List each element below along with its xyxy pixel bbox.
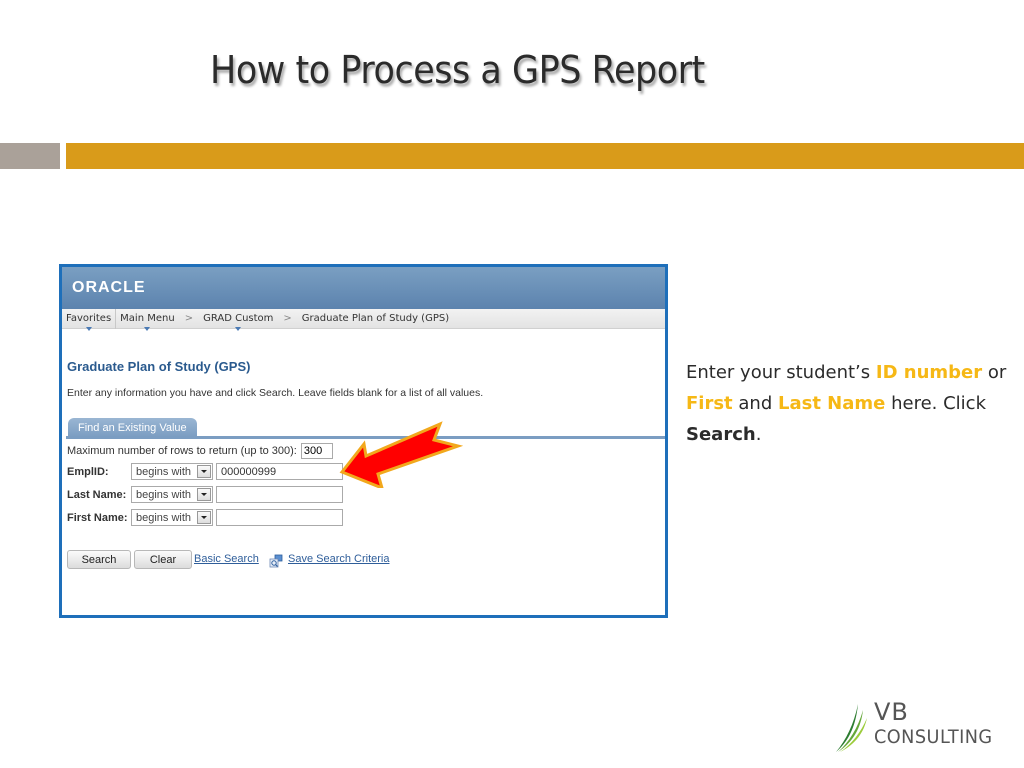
max-rows-row: Maximum number of rows to return (up to … [67,443,333,459]
last-name-label: Last Name: [67,488,127,501]
emplid-input[interactable] [216,463,343,480]
logo-consulting-text: CONSULTING [874,726,993,748]
emplid-operator-select[interactable]: begins with [131,463,213,480]
red-arrow-icon [339,421,463,488]
caret-down-icon [85,326,92,331]
callout-id-number: ID number [875,362,983,383]
max-rows-input[interactable] [300,443,333,459]
slide-title: How to Process a GPS Report [210,48,705,92]
nav-grad-custom[interactable]: GRAD Custom [199,309,277,331]
nav-main-menu[interactable]: Main Menu [116,309,179,331]
callout-text-4: here. Click [885,393,986,414]
nav-gps-label: Graduate Plan of Study (GPS) [301,313,450,324]
callout-last-name: Last Name [777,393,886,414]
emplid-label: EmplID: [67,465,109,478]
page-instructions: Enter any information you have and click… [67,387,484,399]
first-name-row: First Name: begins with [67,509,343,526]
logo-vb-text: VB [874,698,909,726]
breadcrumb-separator: > [283,313,292,324]
callout-text: Enter your student’s ID number or First … [686,357,1016,450]
emplid-operator-value: begins with [136,465,192,478]
nav-main-menu-label: Main Menu [120,313,175,324]
nav-favorites-label: Favorites [66,313,112,324]
save-search-criteria-link[interactable]: Save Search Criteria [288,553,390,565]
nav-bar: Favorites Main Menu > GRAD Custom > Grad… [62,308,665,331]
max-rows-label: Maximum number of rows to return (up to … [67,445,297,457]
leaf-swoosh-icon [836,704,867,752]
callout-text-5: . [755,424,762,445]
first-name-input[interactable] [216,509,343,526]
vb-consulting-logo: VB CONSULTING [834,698,1014,755]
basic-search-link[interactable]: Basic Search [194,553,259,565]
oracle-header: ORACLE [62,267,665,309]
first-name-operator-value: begins with [136,511,192,524]
last-name-input[interactable] [216,486,343,503]
callout-search: Search [686,424,756,445]
dropdown-arrow-icon[interactable] [197,488,211,501]
save-search-icon[interactable] [269,554,283,568]
dropdown-arrow-icon[interactable] [197,511,211,524]
callout-text-1: Enter your student’s [686,362,876,383]
caret-down-icon [144,326,151,331]
nav-favorites[interactable]: Favorites [62,308,117,331]
clear-button[interactable]: Clear [134,550,192,569]
last-name-operator-select[interactable]: begins with [131,486,213,503]
caret-down-icon [235,326,242,331]
nav-gps[interactable]: Graduate Plan of Study (GPS) [298,309,453,329]
page-title: Graduate Plan of Study (GPS) [67,359,251,374]
callout-first: First [686,393,733,414]
nav-grad-custom-label: GRAD Custom [203,313,274,324]
emplid-row: EmplID: begins with [67,463,343,480]
decorative-bar-gray [0,143,60,169]
oracle-logo: ORACLE [72,279,146,296]
last-name-row: Last Name: begins with [67,486,343,503]
first-name-operator-select[interactable]: begins with [131,509,213,526]
first-name-label: First Name: [67,511,128,524]
tab-find-existing-value[interactable]: Find an Existing Value [68,418,197,437]
decorative-bar-gold [66,143,1024,169]
last-name-operator-value: begins with [136,488,192,501]
dropdown-arrow-icon[interactable] [197,465,211,478]
callout-text-2: or [982,362,1007,383]
callout-text-3: and [732,393,778,414]
breadcrumb-separator: > [184,313,194,324]
search-button[interactable]: Search [67,550,131,569]
